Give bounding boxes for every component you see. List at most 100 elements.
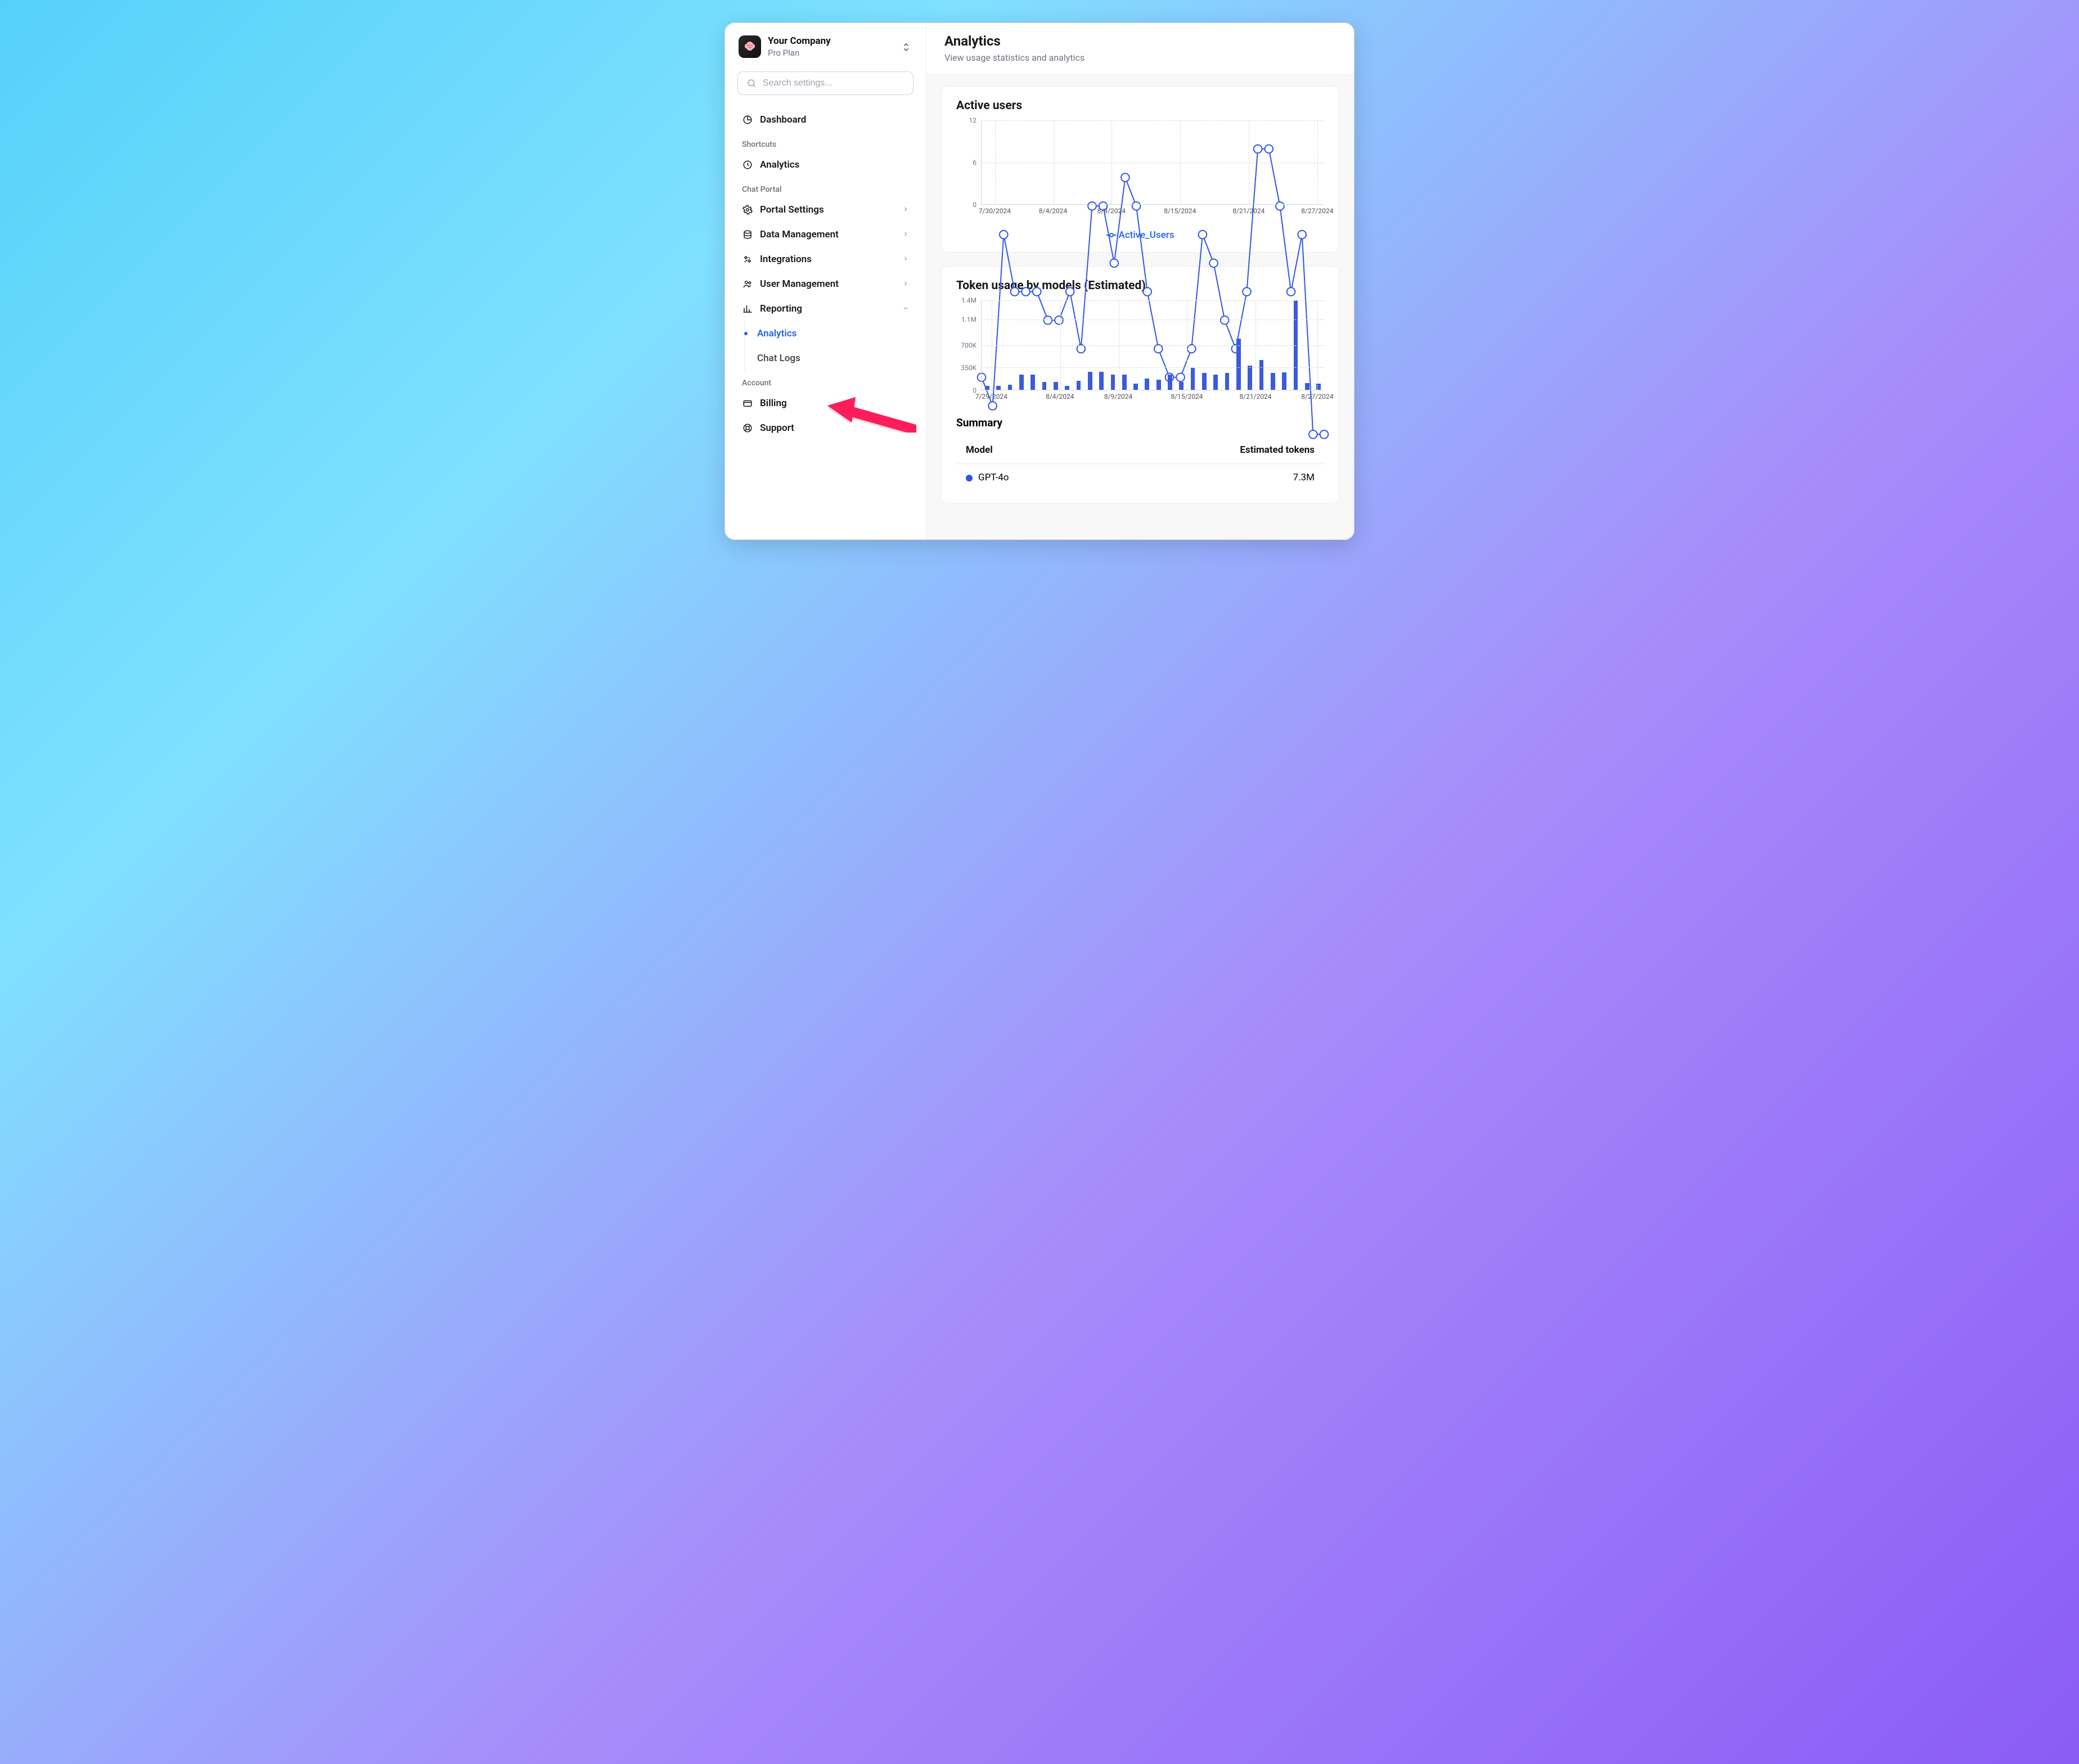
nav-label: Analytics [760, 159, 799, 170]
database-icon [742, 229, 753, 240]
x-tick: 8/21/2024 [1239, 393, 1271, 400]
bar-chart-icon [742, 303, 753, 314]
bar [1259, 360, 1264, 390]
bar [996, 386, 1001, 390]
nav-label: Dashboard [760, 114, 806, 125]
x-tick: 8/4/2024 [1046, 393, 1074, 400]
nav-support[interactable]: Support [737, 416, 914, 440]
page-title: Analytics [944, 33, 1336, 49]
life-ring-icon [742, 422, 753, 434]
bar [985, 386, 989, 390]
nav-label: Support [760, 422, 794, 434]
nav-label: Data Management [760, 229, 839, 240]
nav-user-management[interactable]: User Management [737, 272, 914, 296]
bar [1133, 384, 1138, 390]
nav-label: Reporting [760, 303, 802, 314]
bar [1191, 368, 1195, 390]
active-users-chart: 0612 [981, 120, 1324, 205]
org-plan: Pro Plan [768, 48, 831, 58]
nav-reporting[interactable]: Reporting [737, 296, 914, 321]
x-tick: 7/29/2024 [975, 393, 1007, 400]
token-usage-card: Token usage by models (Estimated) 0350K7… [941, 266, 1339, 503]
org-name: Your Company [768, 35, 831, 47]
bar [1019, 375, 1024, 390]
bar [1008, 385, 1012, 390]
bar [1088, 372, 1092, 390]
card-title: Active users [956, 99, 1324, 112]
model-color-dot-icon [966, 475, 973, 482]
bar [1236, 339, 1241, 390]
x-tick: 7/30/2024 [979, 207, 1011, 215]
chevron-down-icon [902, 303, 909, 314]
bar [1156, 380, 1161, 390]
up-down-chevron-icon [902, 42, 910, 55]
nav-data-management[interactable]: Data Management [737, 222, 914, 247]
subnav-analytics[interactable]: Analytics [745, 321, 914, 346]
bar [1202, 373, 1207, 390]
nav-label: Billing [760, 398, 787, 409]
nav-label: Analytics [757, 328, 796, 339]
y-tick: 1.4M [961, 296, 976, 304]
nav-integrations[interactable]: Integrations [737, 247, 914, 272]
y-tick: 12 [969, 116, 977, 124]
chevron-right-icon [902, 229, 909, 240]
bar [1213, 375, 1218, 390]
bar [1179, 382, 1184, 390]
x-tick: 8/15/2024 [1164, 207, 1196, 215]
group-account: Account [737, 371, 914, 391]
search-input-wrap[interactable] [737, 71, 914, 95]
bar [1168, 375, 1172, 390]
nav-dashboard[interactable]: Dashboard [737, 107, 914, 132]
search-icon [746, 78, 757, 89]
clock-icon [742, 159, 753, 170]
reporting-subitems: Analytics Chat Logs [744, 321, 914, 371]
nav-analytics-shortcut[interactable]: Analytics [737, 152, 914, 177]
nav-portal-settings[interactable]: Portal Settings [737, 197, 914, 222]
bar [1099, 372, 1104, 390]
nav-label: Integrations [760, 254, 812, 265]
page-subtitle: View usage statistics and analytics [944, 52, 1336, 63]
credit-card-icon [742, 398, 753, 409]
sidebar: Your Company Pro Plan Dashboard Shortcut… [725, 23, 926, 539]
bar [1122, 375, 1127, 390]
bar [1145, 379, 1149, 390]
y-tick: 700K [961, 341, 976, 349]
bar [1030, 375, 1035, 390]
token-usage-chart: 0350K700K1.1M1.4M [981, 300, 1324, 390]
cell-tokens: 7.3M [1102, 464, 1324, 492]
x-tick: 8/27/2024 [1301, 393, 1333, 400]
y-tick: 350K [961, 364, 976, 372]
x-tick: 8/21/2024 [1232, 207, 1264, 215]
active-users-card: Active users 0612 7/30/20248/4/20248/9/2… [941, 86, 1339, 253]
search-input[interactable] [763, 78, 905, 88]
bar [1042, 382, 1047, 390]
x-tick: 8/27/2024 [1301, 207, 1333, 215]
y-tick: 6 [973, 159, 976, 166]
group-shortcuts: Shortcuts [737, 132, 914, 152]
subnav-chat-logs[interactable]: Chat Logs [745, 346, 914, 371]
chevron-right-icon [902, 204, 909, 215]
cell-model: GPT-4o [957, 464, 1103, 492]
tools-icon [742, 254, 753, 265]
bar [1271, 373, 1275, 390]
y-tick: 0 [973, 201, 976, 209]
nav-billing[interactable]: Billing [737, 391, 914, 416]
nav-label: Chat Logs [757, 353, 800, 364]
nav-label: Portal Settings [760, 204, 824, 215]
main-content: Analytics View usage statistics and anal… [926, 23, 1354, 539]
bar [1305, 383, 1310, 390]
x-tick: 8/9/2024 [1097, 207, 1126, 215]
bar [1225, 373, 1230, 390]
page-header: Analytics View usage statistics and anal… [926, 23, 1354, 74]
bar [1248, 366, 1252, 390]
app-window: Your Company Pro Plan Dashboard Shortcut… [724, 22, 1354, 540]
org-avatar [739, 35, 761, 58]
bar [1111, 375, 1115, 390]
group-chat-portal: Chat Portal [737, 177, 914, 197]
chevron-right-icon [902, 254, 909, 265]
y-tick: 1.1M [961, 316, 976, 323]
x-tick: 8/4/2024 [1039, 207, 1067, 215]
nav-label: User Management [760, 278, 839, 290]
org-switcher[interactable]: Your Company Pro Plan [737, 33, 914, 66]
table-row: GPT-4o7.3M [957, 464, 1324, 492]
